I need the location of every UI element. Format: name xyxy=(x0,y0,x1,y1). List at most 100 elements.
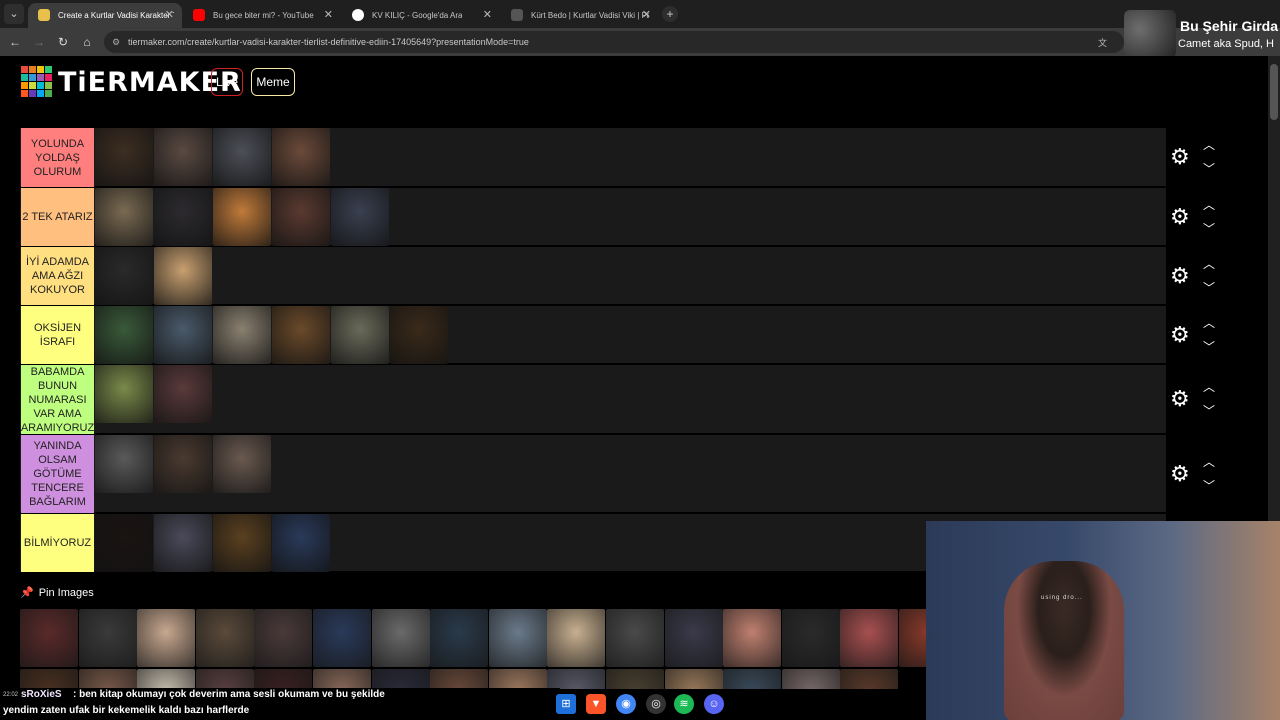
address-bar[interactable]: ⚙ tiermaker.com/create/kurtlar-vadisi-ka… xyxy=(104,31,1124,53)
character-image[interactable] xyxy=(154,514,212,572)
pool-character-image[interactable] xyxy=(547,609,606,667)
character-image[interactable] xyxy=(272,306,330,364)
meme-button[interactable]: Meme xyxy=(251,68,295,96)
pool-character-image[interactable] xyxy=(840,609,899,667)
pool-character-image[interactable] xyxy=(313,669,371,689)
tier-settings-gear-icon[interactable]: ⚙ xyxy=(1170,206,1190,228)
character-image[interactable] xyxy=(154,306,212,364)
pool-character-image[interactable] xyxy=(430,669,489,689)
pool-character-image[interactable] xyxy=(781,609,840,667)
chrome-icon[interactable]: ◉ xyxy=(616,694,636,714)
tab-fandom[interactable]: Kürt Bedo | Kurtlar Vadisi Viki | Fandom… xyxy=(501,3,659,28)
tier-settings-gear-icon[interactable]: ⚙ xyxy=(1170,463,1190,485)
tier-label[interactable]: 2 TEK ATARIZ xyxy=(21,188,94,246)
tier-label[interactable]: BABAMDA BUNUN NUMARASI VAR AMA ARAMIYORU… xyxy=(21,365,94,434)
character-image[interactable] xyxy=(390,306,448,364)
tab-google[interactable]: KV KILIÇ - Google'da Ara ✕ xyxy=(342,3,500,28)
close-icon[interactable]: ✕ xyxy=(165,8,174,21)
new-tab-icon[interactable]: + xyxy=(662,6,678,22)
tier-label[interactable]: BİLMİYORUZ xyxy=(21,514,94,572)
pool-character-image[interactable] xyxy=(137,609,196,667)
move-tier-up-icon[interactable]: ︿ xyxy=(1203,196,1215,213)
move-tier-down-icon[interactable]: ﹀ xyxy=(1203,402,1215,419)
reload-icon[interactable]: ↻ xyxy=(54,33,72,51)
character-image[interactable] xyxy=(213,128,271,186)
character-image[interactable] xyxy=(154,188,212,246)
tier-settings-gear-icon[interactable]: ⚙ xyxy=(1170,146,1190,168)
character-image[interactable] xyxy=(272,188,330,246)
pool-character-image[interactable] xyxy=(664,609,723,667)
back-icon[interactable]: ← xyxy=(6,33,24,51)
pool-character-image[interactable] xyxy=(606,609,664,667)
tier-settings-gear-icon[interactable]: ⚙ xyxy=(1170,388,1190,410)
tier-label[interactable]: İYİ ADAMDA AMA AĞZI KOKUYOR xyxy=(21,247,94,305)
character-image[interactable] xyxy=(95,306,153,364)
pool-character-image[interactable] xyxy=(254,609,313,667)
close-icon[interactable]: ✕ xyxy=(324,8,333,21)
pool-character-image[interactable] xyxy=(371,669,430,689)
pin-images-toggle[interactable]: 📌 Pin Images xyxy=(20,586,94,599)
pool-character-image[interactable] xyxy=(78,609,137,667)
home-icon[interactable]: ⌂ xyxy=(78,33,96,51)
obs-icon[interactable]: ◎ xyxy=(646,694,666,714)
brave-icon[interactable]: ▼ xyxy=(586,694,606,714)
character-image[interactable] xyxy=(95,247,153,305)
pool-character-image[interactable] xyxy=(488,609,547,667)
close-icon[interactable]: ✕ xyxy=(483,8,492,21)
move-tier-up-icon[interactable]: ︿ xyxy=(1203,314,1215,331)
character-image[interactable] xyxy=(213,514,271,572)
move-tier-up-icon[interactable]: ︿ xyxy=(1203,453,1215,470)
character-image[interactable] xyxy=(95,435,153,493)
scrollbar-thumb[interactable] xyxy=(1270,64,1278,120)
character-image[interactable] xyxy=(95,128,153,186)
tier-label[interactable]: YANINDA OLSAM GÖTÜME TENCERE BAĞLARIM xyxy=(21,435,94,513)
pool-character-image[interactable] xyxy=(195,669,254,689)
pool-character-image[interactable] xyxy=(78,669,137,689)
tab-search-icon[interactable]: ⌄ xyxy=(4,4,24,24)
pool-character-image[interactable] xyxy=(664,669,723,689)
move-tier-down-icon[interactable]: ﹀ xyxy=(1203,160,1215,177)
translate-icon[interactable]: 文 xyxy=(1098,36,1107,49)
move-tier-down-icon[interactable]: ﹀ xyxy=(1203,477,1215,494)
pool-character-image[interactable] xyxy=(254,669,313,689)
pool-character-image[interactable] xyxy=(430,609,489,667)
tier-settings-gear-icon[interactable]: ⚙ xyxy=(1170,324,1190,346)
character-image[interactable] xyxy=(154,435,212,493)
move-tier-up-icon[interactable]: ︿ xyxy=(1203,255,1215,272)
pool-character-image[interactable] xyxy=(723,669,782,689)
pool-character-image[interactable] xyxy=(488,669,547,689)
move-tier-up-icon[interactable]: ︿ xyxy=(1203,136,1215,153)
character-image[interactable] xyxy=(95,365,153,423)
tiermaker-logo[interactable]: TiERMAKER xyxy=(21,66,241,100)
windows-start-icon[interactable]: ⊞ xyxy=(556,694,576,714)
move-tier-down-icon[interactable]: ﹀ xyxy=(1203,220,1215,237)
pool-character-image[interactable] xyxy=(371,609,430,667)
character-image[interactable] xyxy=(154,247,212,305)
tier-settings-gear-icon[interactable]: ⚙ xyxy=(1170,265,1190,287)
pool-character-image[interactable] xyxy=(137,669,196,689)
character-image[interactable] xyxy=(213,435,271,493)
forward-icon[interactable]: → xyxy=(30,33,48,51)
pool-character-image[interactable] xyxy=(781,669,840,689)
character-image[interactable] xyxy=(213,188,271,246)
pool-character-image[interactable] xyxy=(547,669,606,689)
character-image[interactable] xyxy=(272,514,330,572)
live-button[interactable]: Live xyxy=(211,68,243,96)
spotify-icon[interactable]: ≋ xyxy=(674,694,694,714)
tier-label[interactable]: YOLUNDA YOLDAŞ OLURUM xyxy=(21,128,94,187)
character-image[interactable] xyxy=(331,188,389,246)
character-image[interactable] xyxy=(154,365,212,423)
pool-character-image[interactable] xyxy=(840,669,899,689)
pool-character-image[interactable] xyxy=(313,609,371,667)
move-tier-down-icon[interactable]: ﹀ xyxy=(1203,338,1215,355)
character-image[interactable] xyxy=(331,306,389,364)
move-tier-up-icon[interactable]: ︿ xyxy=(1203,378,1215,395)
pool-character-image[interactable] xyxy=(723,609,782,667)
character-image[interactable] xyxy=(95,188,153,246)
pool-character-image[interactable] xyxy=(195,609,254,667)
character-image[interactable] xyxy=(95,514,153,572)
tab-tiermaker[interactable]: Create a Kurtlar Vadisi Karakter Tierlis… xyxy=(28,3,182,28)
tier-label[interactable]: OKSİJEN İSRAFI xyxy=(21,306,94,364)
pool-character-image[interactable] xyxy=(20,609,78,667)
character-image[interactable] xyxy=(154,128,212,186)
